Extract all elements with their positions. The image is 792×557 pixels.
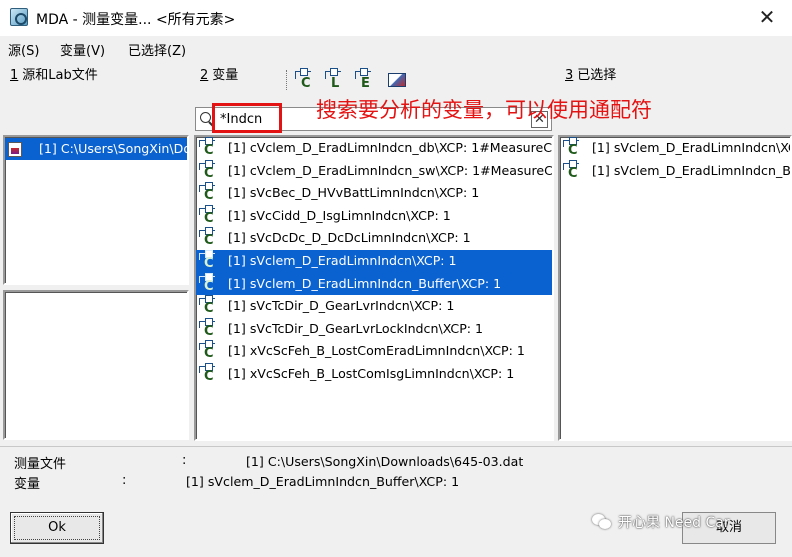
measurement-file-value: [1] C:\Users\SongXin\Downloads\645-03.da… [246,454,524,469]
menu-bar: 源(S) 变量(V) 已选择(Z) [0,36,792,60]
close-button[interactable]: ✕ [756,6,778,28]
menu-selected[interactable]: 已选择(Z) [128,40,186,59]
variable-c-icon: C [199,137,219,158]
measurement-file-label: 测量文件 [14,457,67,472]
sources-list[interactable]: [1] C:\Users\SongXin\Downloads\645-03.da… [3,135,189,285]
sources-panel-title: 1 源和Lab文件 [10,68,98,83]
list-item-selected[interactable]: C [1] sVclem_D_EradLimnIndcn_Buffer\XCP: … [196,272,552,296]
list-item[interactable]: C [1] sVcTcDir_D_GearLvrIndcn\XCP: 1 [196,295,552,318]
file-icon [8,142,22,157]
gradient-icon[interactable] [388,73,406,87]
variable-c-icon: C [563,159,583,181]
variable-c-icon: C [199,249,219,271]
menu-source[interactable]: 源(S) [8,40,39,59]
variable-c-icon: C [199,227,219,248]
annotation-highlight-box [212,103,282,133]
variable-colon: : [122,473,127,488]
list-item[interactable]: C [1] sVcTcDir_D_GearLvrLockIndcn\XCP: 1 [196,317,552,341]
variable-c-icon: C [199,204,219,226]
selected-panel-title: 3 已选择 [565,68,617,83]
lab-files-list[interactable] [3,290,189,440]
list-item[interactable]: C[1] sVclem_D_EradLimnIndcn\XCP: 1 [560,137,790,160]
variable-c-icon: C [199,317,219,339]
variable-e-icon[interactable]: E [355,68,375,92]
list-item[interactable]: C [1] sVcCidd_D_IsgLimnIndcn\XCP: 1 [196,204,552,228]
toolbar-separator [286,70,288,90]
selected-list[interactable]: C[1] sVclem_D_EradLimnIndcn\XCP: 1 C[1] … [558,135,792,441]
variable-c-icon: C [199,272,219,294]
variable-c-icon: C [563,137,583,158]
wechat-icon [592,514,612,530]
list-item-selected[interactable]: C [1] sVclem_D_EradLimnIndcn\XCP: 1 [196,249,552,273]
variable-c-icon: C [199,362,219,384]
mda-app-icon [10,8,28,26]
list-item[interactable]: [1] C:\Users\SongXin\Downloads\645-03.da… [5,138,187,160]
title-bar: MDA - 测量变量... <所有元素> ✕ [0,0,792,36]
variable-c-icon: C [199,159,219,181]
variable-c-icon[interactable]: C [295,68,315,92]
variable-label: 变量 [14,477,41,492]
list-item[interactable]: C [1] xVcScFeh_B_LostComIsgLimnIndcn\XCP:… [196,362,552,386]
list-item[interactable]: C[1] sVclem_D_EradLimnIndcn_Buffer\XCP: … [560,159,790,183]
info-panel: 测量文件 : [1] C:\Users\SongXin\Downloads\64… [0,446,792,498]
list-item[interactable]: C [1] sVcBec_D_HVvBattLimnIndcn\XCP: 1 [196,182,552,205]
variables-list[interactable]: C [1] cVclem_D_EradLimnIndcn_db\XCP: 1#Me… [194,135,554,441]
list-item[interactable]: C [1] sVcDcDc_D_DcDcLimnIndcn\XCP: 1 [196,227,552,250]
window-title: MDA - 测量变量... <所有元素> [36,12,236,28]
menu-variable[interactable]: 变量(V) [60,40,105,59]
list-item[interactable]: C [1] cVclem_D_EradLimnIndcn_sw\XCP: 1#Me… [196,159,552,183]
list-item[interactable]: C [1] xVcScFeh_B_LostComEradLimnIndcn\XCP… [196,340,552,363]
variable-c-icon: C [199,295,219,316]
annotation-text: 搜索要分析的变量，可以使用通配符 [316,98,652,122]
list-item[interactable]: C [1] cVclem_D_EradLimnIndcn_db\XCP: 1#Me… [196,137,552,160]
variable-c-icon: C [199,182,219,203]
measurement-file-colon: : [182,453,187,468]
variable-value: [1] sVclem_D_EradLimnIndcn_Buffer\XCP: 1 [186,474,460,489]
variables-panel-title: 2 变量 [200,68,239,83]
ok-button[interactable]: Ok [10,512,104,544]
variable-l-icon[interactable]: L [325,68,345,92]
variable-c-icon: C [199,340,219,361]
watermark: 开心果 Need Car [592,512,730,532]
